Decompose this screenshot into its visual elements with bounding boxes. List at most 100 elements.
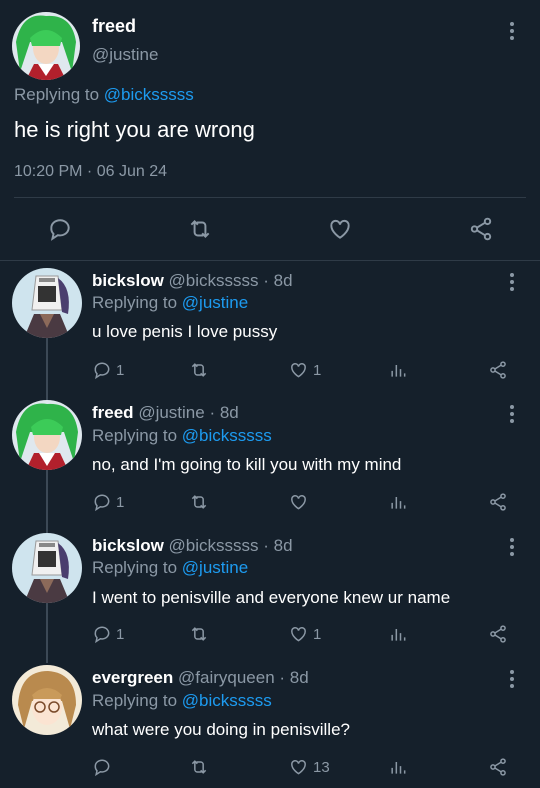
tweet-text: what were you doing in penisville?: [92, 720, 350, 739]
tweet-text: no, and I'm going to kill you with my mi…: [92, 455, 402, 474]
avatar-evergreen[interactable]: [12, 665, 82, 735]
replying-to-handle[interactable]: @bicksssss: [182, 691, 272, 710]
display-name[interactable]: freed: [92, 403, 134, 422]
handle[interactable]: @bicksssss: [169, 536, 259, 555]
share-button[interactable]: [488, 622, 508, 646]
handle[interactable]: @justine: [138, 403, 204, 422]
reply-button[interactable]: 1: [92, 358, 124, 382]
more-options-icon[interactable]: [509, 405, 515, 423]
like-count: 1: [313, 361, 322, 379]
display-name[interactable]: evergreen: [92, 668, 173, 687]
display-name[interactable]: bickslow: [92, 271, 164, 290]
thread-line: [46, 338, 48, 400]
share-button[interactable]: [488, 755, 508, 779]
like-icon: [291, 494, 306, 510]
replying-to: Replying to @bicksssss: [92, 426, 272, 446]
analytics-icon: [391, 762, 406, 774]
tweet-timestamp: 10:20 PM · 06 Jun 24: [14, 163, 167, 180]
share-button[interactable]: [488, 358, 508, 382]
analytics-icon: [391, 629, 406, 641]
like-icon: [291, 362, 306, 378]
more-options-icon[interactable]: [509, 22, 515, 40]
retweet-icon: [191, 363, 207, 377]
retweet-button[interactable]: [188, 622, 210, 646]
retweet-icon: [191, 760, 207, 774]
display-name[interactable]: bickslow: [92, 536, 164, 555]
share-icon: [490, 361, 506, 379]
replying-to: Replying to @justine: [92, 293, 248, 313]
tweet-age: · 8d: [263, 271, 293, 290]
retweet-icon[interactable]: [186, 216, 214, 247]
tweet-text: u love penis I love pussy: [92, 322, 278, 341]
replying-to: Replying to @bicksssss: [14, 85, 194, 105]
tweet-age: · 8d: [263, 536, 293, 555]
retweet-button[interactable]: [188, 755, 210, 779]
tweet-text: I went to penisville and everyone knew u…: [92, 588, 451, 607]
analytics-button[interactable]: [388, 755, 408, 779]
handle[interactable]: @bicksssss: [169, 271, 259, 290]
reply-count: 1: [116, 493, 125, 511]
share-icon: [490, 758, 506, 776]
share-icon: [490, 493, 506, 511]
share-button[interactable]: [488, 490, 508, 514]
more-options-icon[interactable]: [509, 273, 515, 291]
like-button[interactable]: 1: [288, 358, 321, 382]
thread-line: [46, 603, 48, 663]
avatar-bickslow[interactable]: [12, 268, 82, 338]
retweet-icon: [191, 627, 207, 641]
thread-line: [46, 470, 48, 533]
reply-icon: [94, 759, 110, 777]
replying-to: Replying to @justine: [92, 558, 248, 578]
reply-header: evergreen @fairyqueen · 8d: [92, 668, 309, 688]
replying-to-handle[interactable]: @justine: [182, 558, 248, 577]
display-name[interactable]: freed: [92, 16, 136, 37]
like-button[interactable]: 1: [288, 622, 321, 646]
retweet-button[interactable]: [188, 490, 210, 514]
retweet-button[interactable]: [188, 358, 210, 382]
handle[interactable]: @justine: [92, 45, 158, 65]
replying-to-handle[interactable]: @bicksssss: [104, 85, 194, 104]
like-count: 1: [313, 625, 322, 643]
like-icon[interactable]: [327, 216, 353, 247]
reply-icon[interactable]: [47, 216, 73, 247]
analytics-icon: [391, 365, 406, 377]
more-options-icon[interactable]: [509, 670, 515, 688]
replying-to-handle[interactable]: @bicksssss: [182, 426, 272, 445]
analytics-button[interactable]: [388, 490, 408, 514]
replying-to-label: Replying to: [92, 293, 178, 312]
reply-icon: [94, 362, 110, 380]
reply-icon: [94, 494, 110, 512]
avatar-bickslow[interactable]: [12, 533, 82, 603]
tweet-text: he is right you are wrong: [14, 117, 255, 142]
reply-button[interactable]: 1: [92, 622, 124, 646]
divider: [0, 260, 540, 261]
analytics-button[interactable]: [388, 622, 408, 646]
action-bar: 1 1: [92, 358, 522, 382]
reply-count: 1: [116, 625, 125, 643]
replying-to: Replying to @bicksssss: [92, 691, 272, 711]
tweet-age: · 8d: [279, 668, 309, 687]
reply-icon: [94, 626, 110, 644]
replying-to-label: Replying to: [92, 558, 178, 577]
action-bar: 1: [92, 490, 522, 514]
reply-button[interactable]: [92, 755, 116, 779]
reply-header: bickslow @bicksssss · 8d: [92, 271, 293, 291]
reply-count: 1: [116, 361, 125, 379]
share-icon[interactable]: [468, 216, 494, 247]
more-options-icon[interactable]: [509, 538, 515, 556]
avatar-freed[interactable]: [12, 12, 80, 80]
divider: [14, 197, 526, 198]
avatar-freed[interactable]: [12, 400, 82, 470]
like-icon: [291, 759, 306, 775]
tweet-age: · 8d: [209, 403, 239, 422]
analytics-button[interactable]: [388, 358, 408, 382]
reply-button[interactable]: 1: [92, 490, 124, 514]
replying-to-handle[interactable]: @justine: [182, 293, 248, 312]
handle[interactable]: @fairyqueen: [178, 668, 275, 687]
like-icon: [291, 626, 306, 642]
replying-to-label: Replying to: [92, 426, 178, 445]
analytics-icon: [391, 497, 406, 509]
like-button[interactable]: 13: [288, 755, 330, 779]
like-button[interactable]: [288, 490, 313, 514]
reply-header: freed @justine · 8d: [92, 403, 239, 423]
